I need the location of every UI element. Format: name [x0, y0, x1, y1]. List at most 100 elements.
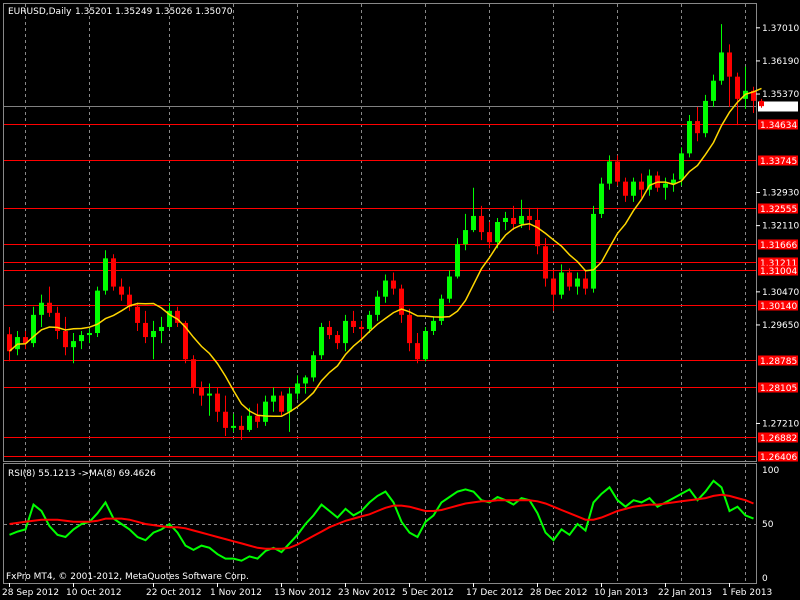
candle-body — [583, 278, 588, 289]
candle-body — [535, 219, 540, 247]
candle-body — [607, 161, 612, 184]
candle-body — [695, 121, 700, 134]
candle-body — [495, 222, 500, 243]
candle[interactable] — [423, 326, 428, 362]
candle-body — [599, 183, 604, 214]
time-tick-label: 13 Nov 2012 — [274, 588, 332, 598]
candle-body — [335, 335, 340, 344]
candle-body — [135, 306, 140, 323]
candle-body — [687, 121, 692, 154]
candle-body — [455, 244, 460, 277]
candle-body — [407, 314, 412, 344]
candle[interactable] — [319, 322, 324, 360]
level-label: 1.33745 — [760, 157, 797, 167]
time-tick-label: 23 Nov 2012 — [338, 588, 396, 598]
candle-body — [15, 337, 20, 350]
candle-body — [71, 341, 76, 348]
level-label: 1.28105 — [760, 384, 797, 394]
candle-body — [503, 217, 508, 223]
main-panel: 1.346341.337451.325551.316661.312111.310… — [3, 3, 799, 463]
rsi-panel: 100 50 0 RSI(8) 55.1213 ->MA(8) 69.4626 Fx… — [3, 463, 779, 584]
candle-body — [447, 276, 452, 299]
candle-body — [375, 296, 380, 315]
candle-body — [271, 395, 276, 402]
candle[interactable] — [95, 286, 100, 338]
main-panel-border — [3, 3, 757, 462]
candle-body — [295, 383, 300, 394]
candle-body — [487, 232, 492, 243]
candle[interactable] — [455, 238, 460, 279]
time-tick-label: 1 Nov 2012 — [210, 588, 262, 598]
candle-body — [367, 314, 372, 329]
candle[interactable] — [599, 177, 604, 218]
current-price-label: 1.35070 — [760, 103, 797, 113]
candle-body — [631, 181, 636, 196]
candle-body — [207, 393, 212, 396]
candle-body — [575, 278, 580, 287]
candle[interactable] — [439, 294, 444, 325]
price-tick-label: 1.35370 — [762, 90, 799, 100]
candle-body — [263, 401, 268, 422]
candle[interactable] — [687, 115, 692, 158]
candle[interactable] — [311, 351, 316, 382]
ohlc-label: 1.35201 1.35249 1.35026 1.35070 — [75, 7, 233, 17]
time-tick-label: 17 Dec 2012 — [466, 588, 524, 598]
level-label: 1.26882 — [760, 434, 797, 444]
candle-body — [287, 393, 292, 412]
price-tick-label: 1.37010 — [762, 24, 799, 34]
price-tick-label: 1.32930 — [762, 189, 799, 199]
candle-body — [711, 80, 716, 101]
time-tick-label: 1 Feb 2013 — [722, 588, 772, 598]
candle-body — [255, 415, 260, 422]
time-tick-label: 10 Jan 2013 — [594, 588, 648, 598]
rsi-label: RSI(8) 55.1213 ->MA(8) 69.4626 — [8, 469, 156, 479]
candle-body — [319, 326, 324, 356]
forex-chart: 1.346341.337451.325551.316661.312111.310… — [2, 3, 799, 598]
time-tick-label: 28 Sep 2012 — [2, 588, 59, 598]
candle-body — [423, 331, 428, 360]
candle-body — [463, 230, 468, 245]
price-tick-label: 1.30470 — [762, 288, 799, 298]
candle-body — [351, 320, 356, 327]
candle-body — [359, 326, 364, 329]
candle-body — [191, 359, 196, 388]
candle-body — [215, 393, 220, 412]
candle-body — [343, 320, 348, 344]
candle-body — [151, 331, 156, 338]
candle-body — [231, 425, 236, 428]
rsi-tick-label: 100 — [762, 466, 779, 476]
price-tick-label: 1.36190 — [762, 57, 799, 67]
candle-body — [663, 183, 668, 188]
candle-body — [639, 181, 644, 190]
candle[interactable] — [703, 94, 708, 138]
candle-body — [431, 320, 436, 332]
candle-body — [527, 215, 532, 220]
candle-body — [239, 425, 244, 430]
candle-body — [327, 326, 332, 336]
candle-body — [591, 213, 596, 289]
candle-body — [303, 377, 308, 384]
candle-body — [415, 343, 420, 360]
candle-body — [479, 215, 484, 233]
candle-body — [727, 52, 732, 77]
candle-body — [615, 161, 620, 182]
price-tick-label: 1.29650 — [762, 321, 799, 331]
candle-body — [543, 246, 548, 279]
candle[interactable] — [111, 254, 116, 291]
copyright-label: FxPro MT4, © 2001-2012, MetaQuotes Softw… — [6, 572, 249, 582]
time-tick-label: 5 Dec 2012 — [402, 588, 454, 598]
rsi-tick-label: 0 — [762, 574, 768, 584]
candle-body — [119, 286, 124, 295]
rsi-axis: 100 50 0 — [762, 466, 779, 584]
candle[interactable] — [591, 205, 596, 293]
candle-body — [103, 258, 108, 291]
time-axis: 28 Sep 2012 10 Oct 2012 22 Oct 2012 1 Nov 2… — [2, 583, 772, 598]
candle-body — [63, 331, 68, 348]
candle-body — [399, 288, 404, 315]
symbol-label: EURUSD,Daily — [8, 7, 72, 17]
level-label: 1.32555 — [760, 205, 797, 215]
time-tick-label: 10 Oct 2012 — [66, 588, 122, 598]
level-label: 1.28785 — [760, 357, 797, 367]
time-tick-label: 22 Jan 2013 — [658, 588, 712, 598]
candle-body — [311, 355, 316, 378]
